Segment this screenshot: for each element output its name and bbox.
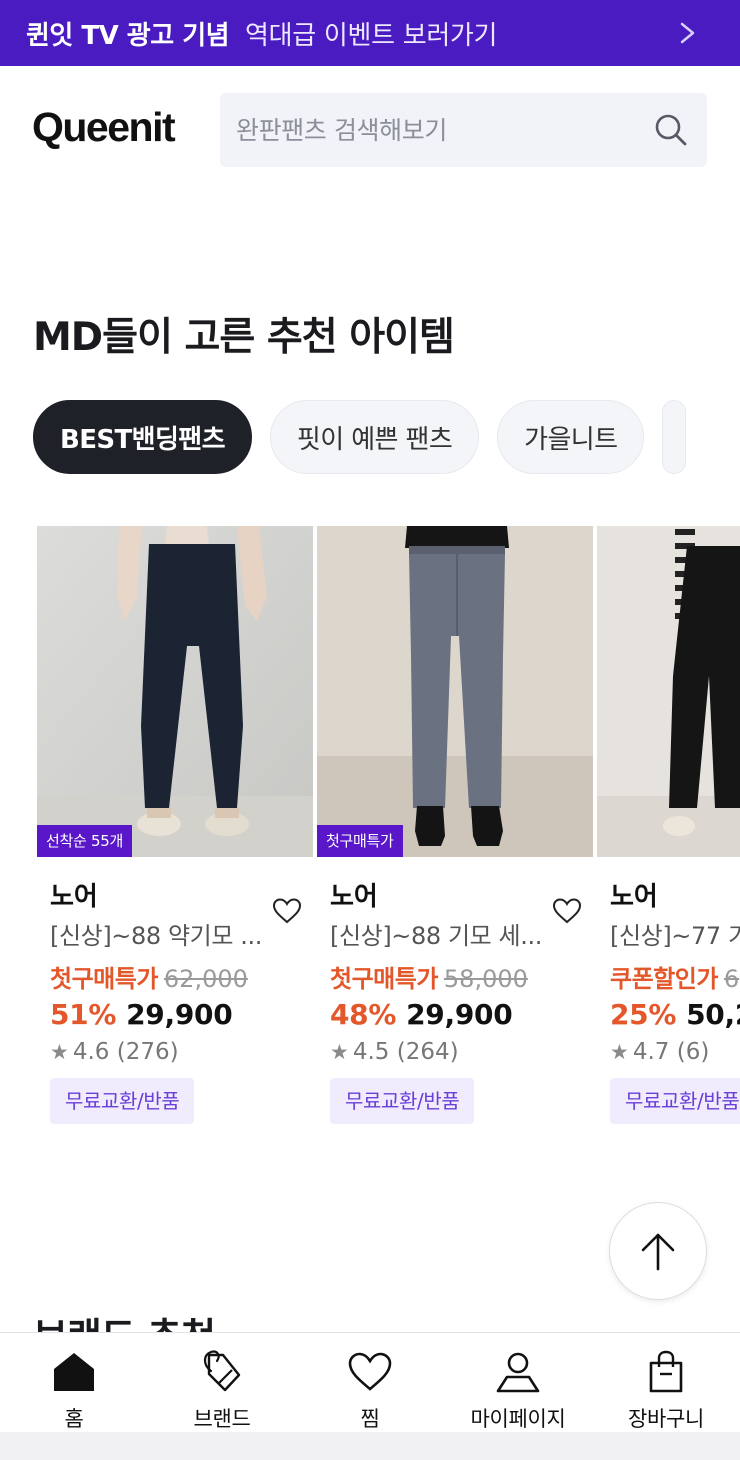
tag-icon bbox=[203, 1350, 241, 1392]
product-promo: 쿠폰할인가 6 bbox=[610, 959, 740, 994]
search-icon[interactable] bbox=[651, 110, 691, 150]
product-card[interactable]: 노어 [신상]~77 기 쿠폰할인가6 25% 50,2 ★4.7 (6) 무료교… bbox=[597, 526, 740, 1124]
product-price: 25% 50,2 bbox=[610, 998, 740, 1031]
nav-wishlist[interactable]: 찜 bbox=[296, 1333, 444, 1433]
discount-rate: 51% bbox=[50, 998, 117, 1031]
app-root: 퀸잇 TV 광고 기념 역대급 이벤트 보러가기 Queenit MD들이 고른… bbox=[0, 0, 740, 1460]
product-badge: 첫구매특가 bbox=[317, 825, 403, 857]
nav-label: 브랜드 bbox=[193, 1407, 251, 1431]
product-name[interactable]: [신상]~77 기 bbox=[610, 916, 740, 951]
user-icon bbox=[496, 1352, 540, 1393]
nav-mypage[interactable]: 마이페이지 bbox=[444, 1333, 592, 1433]
heart-icon bbox=[348, 1352, 392, 1391]
chip-fit-pants[interactable]: 핏이 예쁜 팬츠 bbox=[269, 400, 480, 474]
chip-autumn-knit[interactable]: 가을니트 bbox=[497, 400, 645, 474]
product-image[interactable]: 선착순 55개 bbox=[37, 526, 313, 857]
product-info: 노어 [신상]~88 기모 세... 첫구매특가 58,000 48% 29,900… bbox=[317, 876, 593, 1124]
sale-price: 29,900 bbox=[406, 998, 513, 1031]
product-info: 노어 [신상]~77 기 쿠폰할인가6 25% 50,2 ★4.7 (6) 무료교… bbox=[597, 876, 740, 1124]
nav-label: 홈 bbox=[64, 1407, 84, 1431]
product-image[interactable] bbox=[597, 526, 740, 857]
original-price: 6 bbox=[723, 965, 740, 993]
star-icon: ★ bbox=[330, 1040, 349, 1064]
rating-value: 4.7 bbox=[632, 1039, 670, 1065]
nav-home[interactable]: 홈 bbox=[0, 1333, 148, 1433]
event-banner[interactable]: 퀸잇 TV 광고 기념 역대급 이벤트 보러가기 bbox=[0, 0, 740, 66]
scroll-to-top-button[interactable] bbox=[609, 1202, 707, 1300]
promo-label: 첫구매특가 bbox=[330, 965, 438, 993]
product-price: 48% 29,900 bbox=[330, 998, 593, 1031]
sale-price: 50,2 bbox=[686, 998, 740, 1031]
original-price: 58,000 bbox=[443, 965, 528, 993]
system-home-bar bbox=[0, 1432, 740, 1460]
search-bar[interactable] bbox=[220, 93, 707, 167]
heart-icon[interactable] bbox=[551, 895, 583, 927]
section-title: MD들이 고른 추천 아이템 bbox=[33, 315, 455, 360]
product-card[interactable]: 첫구매특가 노어 [신상]~88 기모 세... 첫구매특가 58,000 48%… bbox=[317, 526, 593, 1124]
discount-rate: 25% bbox=[610, 998, 677, 1031]
product-price: 51% 29,900 bbox=[50, 998, 313, 1031]
product-name[interactable]: [신상]~88 기모 세... bbox=[330, 916, 580, 951]
rating-count: (6) bbox=[676, 1039, 710, 1065]
free-return-tag: 무료교환/반품 bbox=[50, 1078, 195, 1124]
product-brand[interactable]: 노어 bbox=[610, 876, 740, 912]
banner-subtitle: 역대급 이벤트 보러가기 bbox=[245, 20, 498, 51]
product-info: 노어 [신상]~88 약기모 ... 첫구매특가 62,000 51% 29,900… bbox=[37, 876, 313, 1124]
rating-count: (276) bbox=[116, 1039, 179, 1065]
category-chips: BEST밴딩팬츠 핏이 예쁜 팬츠 가을니트 bbox=[33, 400, 687, 474]
heart-icon[interactable] bbox=[271, 895, 303, 927]
product-promo: 첫구매특가 58,000 bbox=[330, 959, 593, 994]
rating-count: (264) bbox=[396, 1039, 459, 1065]
product-image[interactable]: 첫구매특가 bbox=[317, 526, 593, 857]
free-return-tag: 무료교환/반품 bbox=[610, 1078, 740, 1124]
original-price: 62,000 bbox=[163, 965, 248, 993]
promo-label: 쿠폰할인가 bbox=[610, 965, 718, 993]
product-rating: ★ 4.7 (6) bbox=[610, 1039, 740, 1065]
search-input[interactable] bbox=[236, 115, 636, 145]
chip-best-banding[interactable]: BEST밴딩팬츠 bbox=[33, 400, 252, 474]
nav-label: 마이페이지 bbox=[470, 1407, 566, 1431]
rating-value: 4.6 bbox=[72, 1039, 110, 1065]
nav-label: 찜 bbox=[360, 1407, 380, 1431]
chevron-right-icon bbox=[680, 22, 695, 44]
star-icon: ★ bbox=[50, 1040, 69, 1064]
product-rating: ★ 4.5 (264) bbox=[330, 1039, 593, 1065]
banner-title: 퀸잇 TV 광고 기념 bbox=[26, 20, 230, 51]
arrow-up-icon bbox=[641, 1233, 675, 1271]
shopping-bag-icon bbox=[649, 1350, 683, 1393]
rating-value: 4.5 bbox=[352, 1039, 390, 1065]
product-promo: 첫구매특가 62,000 bbox=[50, 959, 313, 994]
product-name[interactable]: [신상]~88 약기모 ... bbox=[50, 916, 300, 951]
nav-label: 장바구니 bbox=[627, 1407, 705, 1431]
chip-more[interactable] bbox=[662, 400, 687, 474]
product-badge: 선착순 55개 bbox=[37, 825, 132, 857]
bottom-navigation: 홈 브랜드 찜 마이페이지 장바구니 bbox=[0, 1332, 740, 1432]
discount-rate: 48% bbox=[330, 998, 397, 1031]
product-rating: ★ 4.6 (276) bbox=[50, 1039, 313, 1065]
product-card[interactable]: 선착순 55개 노어 [신상]~88 약기모 ... 첫구매특가 62,000 5… bbox=[37, 526, 313, 1124]
nav-cart[interactable]: 장바구니 bbox=[592, 1333, 740, 1433]
home-icon bbox=[54, 1353, 94, 1391]
queenit-logo[interactable]: Queenit bbox=[32, 104, 176, 151]
promo-label: 첫구매특가 bbox=[50, 965, 158, 993]
nav-brand[interactable]: 브랜드 bbox=[148, 1333, 296, 1433]
sale-price: 29,900 bbox=[126, 998, 233, 1031]
star-icon: ★ bbox=[610, 1040, 629, 1064]
free-return-tag: 무료교환/반품 bbox=[330, 1078, 475, 1124]
